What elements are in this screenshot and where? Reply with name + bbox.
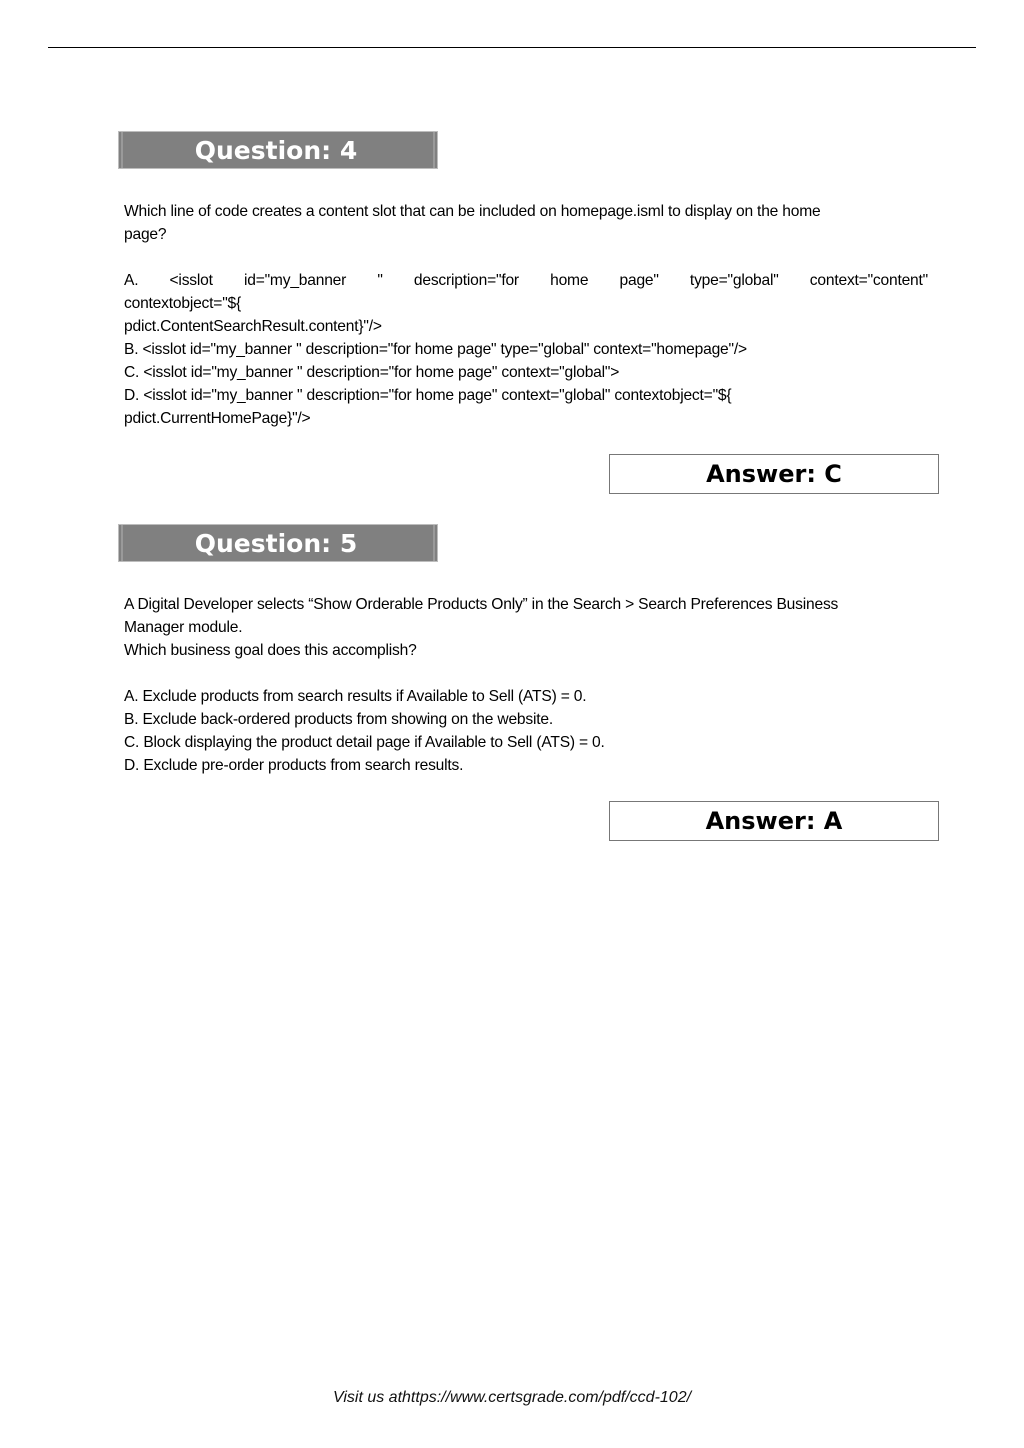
question-5-option-a: A. Exclude products from search results … [124,688,587,705]
footer-link[interactable]: Visit us athttps://www.certsgrade.com/pd… [0,1389,1024,1407]
question-5-answer-box: Answer: A [609,801,939,841]
question-4-option-d-line-2: pdict.CurrentHomePage}"/> [124,410,311,427]
question-4-body: Which line of code creates a content slo… [124,200,928,430]
question-4-option-c: C. <isslot id="my_banner " description="… [124,364,620,381]
question-5-option-b: B. Exclude back-ordered products from sh… [124,711,553,728]
question-5-prompt-line-3: Which business goal does this accomplish… [124,642,417,659]
question-4-option-a-line-2: contextobject="${ [124,295,242,312]
question-4-answer: Answer: C [706,460,842,488]
question-5-answer: Answer: A [705,807,843,835]
question-5-heading: Question: 5 [118,524,438,562]
question-4-option-a-line-3: pdict.ContentSearchResult.content}"/> [124,318,382,335]
question-4-answer-box: Answer: C [609,454,939,494]
question-4-prompt-line-1: Which line of code creates a content slo… [124,203,821,220]
header-rule [48,47,976,48]
question-4-heading: Question: 4 [118,131,438,169]
question-5-heading-text: Question: 5 [194,528,358,558]
question-5-option-d: D. Exclude pre-order products from searc… [124,757,464,774]
question-4-option-b: B. <isslot id="my_banner " description="… [124,341,747,358]
question-4-option-a-line-1: A. <isslot id="my_banner " description="… [124,272,928,289]
question-5-body: A Digital Developer selects “Show Ordera… [124,593,928,777]
question-4-heading-text: Question: 4 [194,135,358,165]
question-5-option-c: C. Block displaying the product detail p… [124,734,605,751]
question-5-prompt-line-1: A Digital Developer selects “Show Ordera… [124,596,839,613]
question-5-prompt-line-2: Manager module. [124,619,243,636]
question-4-prompt-line-2: page? [124,226,167,243]
question-4-option-d-line-1: D. <isslot id="my_banner " description="… [124,387,732,404]
